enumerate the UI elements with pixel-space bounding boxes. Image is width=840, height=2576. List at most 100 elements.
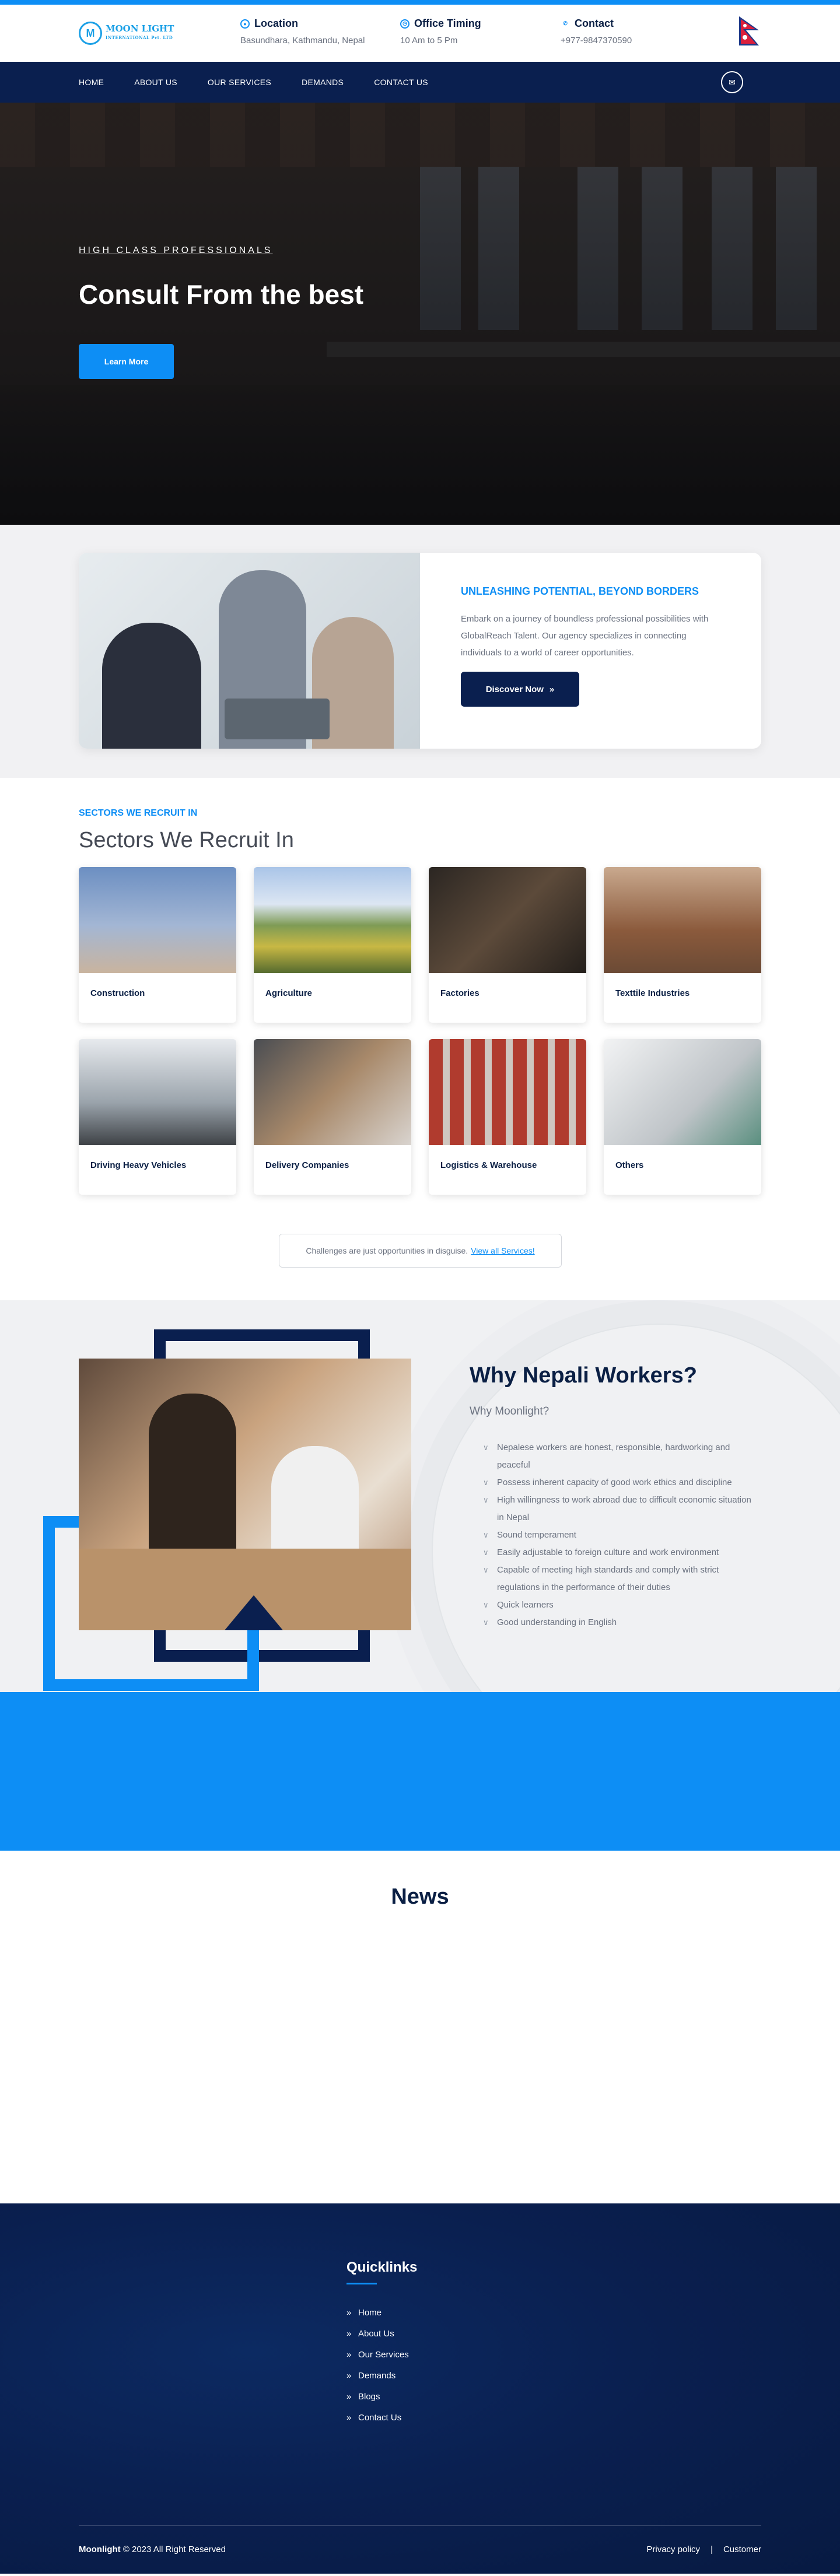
sector-label: Logistics & Warehouse [440,1160,537,1170]
nav-about-us[interactable]: ABOUT US [134,78,177,87]
timing-title: Office Timing [414,17,481,29]
sector-label: Agriculture [265,988,313,998]
clock-icon: ◷ [400,19,410,29]
list-item: Quick learners [483,1596,757,1614]
double-chevron-right-icon: » [549,684,555,694]
sectors-heading: Sectors We Recruit In [79,828,294,852]
sector-card-others[interactable]: Others [604,1039,761,1195]
contact-value[interactable]: +977-9847370590 [561,36,632,45]
sector-image [604,1039,761,1145]
quicklinks-underline [346,2283,377,2284]
list-item: Sound temperament [483,1526,757,1544]
nav-home[interactable]: HOME [79,78,104,87]
news-section: News [0,1851,840,2203]
privacy-policy-link[interactable]: Privacy policy [646,2545,700,2554]
quicklinks-title: Quicklinks [346,2259,418,2275]
sector-image [79,867,236,973]
contact-info: ✆ Contact +977-9847370590 [561,17,632,45]
footer-link-about-us[interactable]: About Us [346,2324,409,2345]
footer: Quicklinks Home About Us Our Services De… [0,2203,840,2574]
sector-label: Delivery Companies [265,1160,349,1170]
news-heading: News [391,1884,449,1909]
list-item: Easily adjustable to foreign culture and… [483,1544,757,1561]
sector-image [429,1039,586,1145]
list-item: High willingness to work abroad due to d… [483,1491,757,1526]
promo-card: UNLEASHING POTENTIAL, BEYOND BORDERS Emb… [79,553,761,749]
copyright: Moonlight © 2023 All Right Reserved [79,2545,226,2554]
timing-info: ◷ Office Timing 10 Am to 5 Pm [400,17,481,45]
sectors-section: SECTORS WE RECRUIT IN Sectors We Recruit… [0,778,840,1300]
legal-links: Privacy policy | Customer [646,2545,761,2554]
sector-card-textile[interactable]: Texttile Industries [604,867,761,1023]
blue-band [0,1692,840,1851]
footer-link-home[interactable]: Home [346,2303,409,2324]
hero-headline: Consult From the best [79,279,364,310]
nav-demands[interactable]: DEMANDS [302,78,344,87]
quicklinks-list: Home About Us Our Services Demands Blogs… [346,2303,409,2428]
learn-more-button[interactable]: Learn More [79,344,174,379]
location-title: Location [254,17,298,29]
sector-label: Driving Heavy Vehicles [90,1160,187,1170]
sectors-grid: Construction Agriculture Factories Textt… [79,867,761,1195]
sector-label: Construction [90,988,145,998]
logo-mark: M [79,22,102,45]
sectors-kicker: SECTORS WE RECRUIT IN [79,808,198,818]
sector-card-agriculture[interactable]: Agriculture [254,867,411,1023]
footer-link-blogs[interactable]: Blogs [346,2387,409,2407]
copyright-brand: Moonlight [79,2545,121,2554]
footer-link-contact-us[interactable]: Contact Us [346,2407,409,2428]
challenge-banner: Challenges are just opportunities in dis… [279,1234,562,1268]
hero-eyebrow: HIGH CLASS PROFESSIONALS [79,245,273,255]
logo-subtitle: INTERNATIONAL Pvt. LTD [106,35,173,40]
sector-image [254,1039,411,1145]
list-item: Good understanding in English [483,1614,757,1631]
sector-card-logistics[interactable]: Logistics & Warehouse [429,1039,586,1195]
copyright-text: © 2023 All Right Reserved [123,2545,226,2554]
hero-banner: HIGH CLASS PROFESSIONALS Consult From th… [0,103,840,525]
footer-link-our-services[interactable]: Our Services [346,2345,409,2366]
discover-now-label: Discover Now [485,684,544,694]
sector-image [254,867,411,973]
logo[interactable]: M MOON LIGHT INTERNATIONAL Pvt. LTD [79,17,175,50]
sector-label: Others [615,1160,644,1170]
sector-image [429,867,586,973]
logo-name: MOON LIGHT [106,23,174,34]
mail-icon[interactable]: ✉ [721,71,743,93]
footer-link-demands[interactable]: Demands [346,2366,409,2387]
contact-title: Contact [575,17,614,29]
discover-now-button[interactable]: Discover Now » [461,672,579,707]
why-points: Nepalese workers are honest, responsible… [483,1439,757,1631]
location-icon: ● [240,19,250,29]
nav-our-services[interactable]: OUR SERVICES [208,78,271,87]
phone-icon: ✆ [563,20,568,26]
timing-value: 10 Am to 5 Pm [400,36,458,45]
sector-label: Texttile Industries [615,988,690,998]
sector-card-factories[interactable]: Factories [429,867,586,1023]
sector-image [604,867,761,973]
sector-card-delivery[interactable]: Delivery Companies [254,1039,411,1195]
challenge-text: Challenges are just opportunities in dis… [306,1246,468,1255]
legal-separator: | [710,2545,713,2554]
top-accent-line [0,0,840,5]
promo-kicker: UNLEASHING POTENTIAL, BEYOND BORDERS [461,585,699,597]
location-info: ● Location Basundhara, Kathmandu, Nepal [240,17,365,45]
list-item: Possess inherent capacity of good work e… [483,1474,757,1491]
nepal-flag-icon [739,16,759,45]
top-bar: M MOON LIGHT INTERNATIONAL Pvt. LTD ● Loc… [0,5,840,62]
customer-link[interactable]: Customer [723,2545,761,2554]
main-nav: HOME ABOUT US OUR SERVICES DEMANDS CONTA… [0,62,840,103]
why-section: Why Nepali Workers? Why Moonlight? Nepal… [0,1300,840,1692]
why-title: Why Nepali Workers? [470,1363,697,1388]
sector-card-construction[interactable]: Construction [79,867,236,1023]
nav-contact-us[interactable]: CONTACT US [374,78,428,87]
footer-divider [79,2525,761,2526]
list-item: Capable of meeting high standards and co… [483,1561,757,1596]
why-image [79,1359,411,1630]
view-all-services-link[interactable]: View all Services! [471,1246,534,1255]
why-subtitle: Why Moonlight? [470,1405,550,1417]
list-item: Nepalese workers are honest, responsible… [483,1439,757,1474]
sector-image [79,1039,236,1145]
location-value: Basundhara, Kathmandu, Nepal [240,36,365,45]
sector-card-driving[interactable]: Driving Heavy Vehicles [79,1039,236,1195]
sector-label: Factories [440,988,480,998]
